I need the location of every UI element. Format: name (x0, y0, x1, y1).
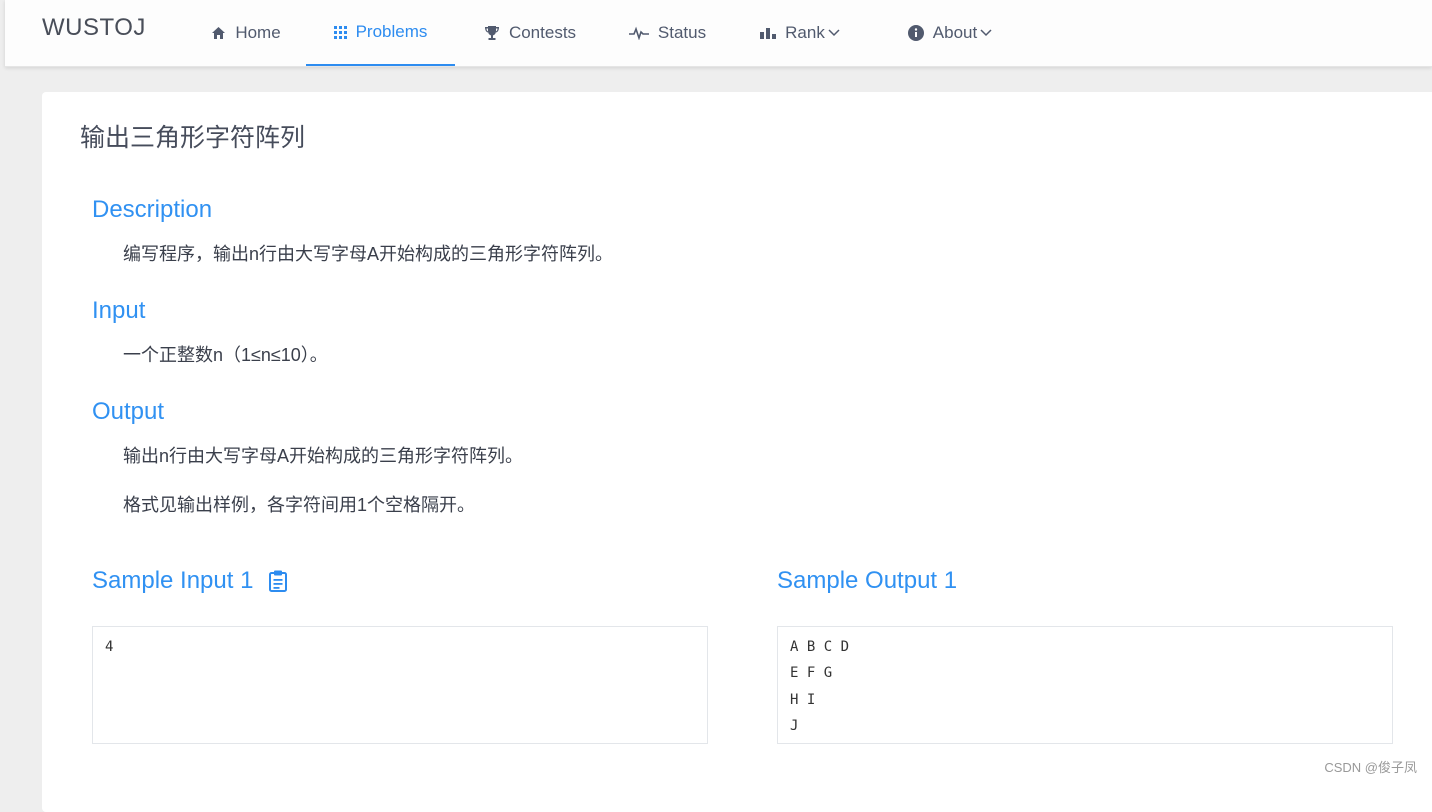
sample-output-line: E F G (790, 665, 833, 682)
sample-output-heading: Sample Output 1 (777, 567, 957, 595)
description-heading: Description (92, 196, 213, 223)
sample-output-heading-label: Sample Output 1 (777, 567, 958, 594)
chevron-down-icon (980, 29, 992, 37)
output-text-line: 输出n行由大写字母A开始构成的三角形字符阵列。 (123, 446, 524, 466)
chevron-down-icon (828, 29, 840, 37)
bar-chart-icon (760, 27, 777, 39)
sample-output-line: J (790, 717, 799, 734)
nav-problems[interactable]: Problems (306, 0, 455, 66)
sample-output-box[interactable]: A B C D E F G H I J (777, 626, 1393, 744)
watermark: CSDN @俊子凤 (1324, 760, 1417, 775)
sample-input-line: 4 (105, 639, 114, 655)
sample-input-box[interactable]: 4 (92, 626, 708, 744)
home-icon (211, 26, 226, 40)
nav-contests-label: Contests (508, 23, 577, 42)
nav-rank-label: Rank (785, 23, 825, 42)
sample-input-heading: Sample Input 1 (92, 567, 288, 595)
clipboard-icon[interactable] (269, 570, 288, 592)
nav-home-label: Home (235, 23, 281, 42)
pulse-icon (628, 26, 649, 40)
nav-home[interactable]: Home (201, 0, 291, 66)
problem-card: 输出三角形字符阵列 Description 编写程序，输出n行由大写字母A开始构… (42, 92, 1432, 812)
sample-output-line: H I (790, 691, 816, 708)
nav-problems-label: Problems (355, 22, 428, 41)
output-text-line: 格式见输出样例，各字符间用1个空格隔开。 (123, 495, 476, 515)
nav-about[interactable]: About (895, 0, 1005, 66)
nav-status[interactable]: Status (620, 0, 715, 66)
sample-output-line: A B C D (790, 639, 850, 655)
top-navbar: WUSTOJ Home Problems Contests Status Ran… (5, 0, 1432, 67)
input-text: 一个正整数n（1≤n≤10）。 (123, 345, 328, 365)
input-heading: Input (92, 297, 146, 324)
output-heading: Output (92, 398, 165, 425)
site-logo[interactable]: WUSTOJ (42, 14, 146, 42)
sample-input-heading-label: Sample Input 1 (92, 567, 254, 594)
problem-title: 输出三角形字符阵列 (80, 124, 306, 152)
nav-status-label: Status (657, 23, 707, 42)
description-text: 编写程序，输出n行由大写字母A开始构成的三角形字符阵列。 (123, 244, 614, 264)
nav-contests[interactable]: Contests (475, 0, 585, 66)
info-icon (907, 25, 924, 41)
nav-rank[interactable]: Rank (750, 0, 850, 66)
trophy-icon (484, 25, 500, 41)
grid-icon (333, 25, 347, 39)
nav-about-label: About (932, 23, 978, 42)
